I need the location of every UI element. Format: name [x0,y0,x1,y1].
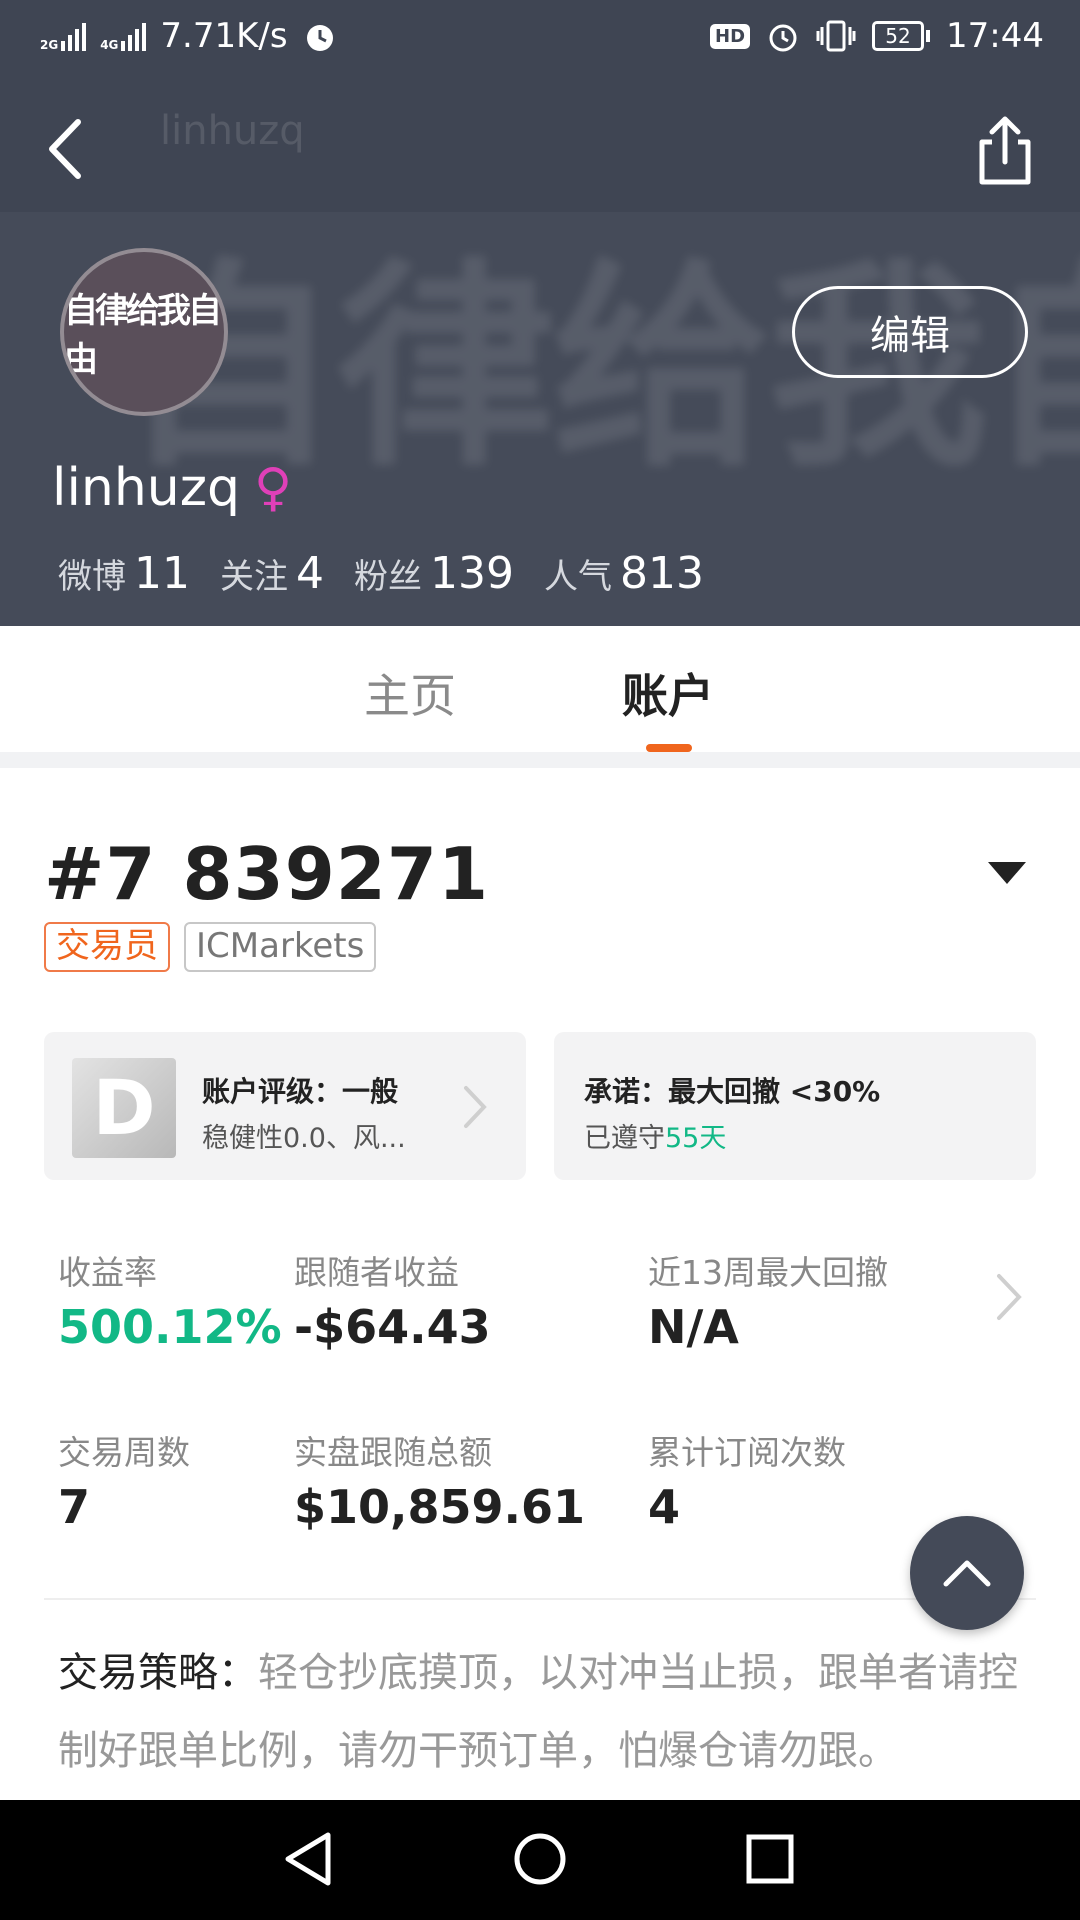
clock-time: 17:44 [946,16,1044,56]
rating-title: 账户评级：一般 [202,1075,399,1108]
nav-back-icon[interactable] [282,1830,334,1888]
tab-bar: 主页 账户 [0,626,1080,752]
vibrate-icon [816,20,856,52]
return-rate-label: 收益率 [58,1253,157,1292]
stat-following-label[interactable]: 关注 [220,549,288,598]
signal-icon-2: 4G [100,21,147,51]
follow-total-label: 实盘跟随总额 [294,1433,492,1472]
broker-tag: ICMarkets [184,922,377,972]
network-speed: 7.71K/s [160,16,288,56]
stat-following-value[interactable]: 4 [296,548,324,599]
max-drawdown-value: N/A [648,1300,739,1354]
account-id: #7 839271 [44,832,490,916]
chevron-right-icon [464,1086,487,1128]
max-drawdown-label: 近13周最大回撤 [648,1253,888,1292]
status-bar: 2G 4G 7.71K/s HD 52 17:44 [0,0,1080,75]
stat-popularity-value: 813 [619,548,704,599]
back-arrow-icon[interactable] [38,112,98,186]
trader-tag: 交易员 [44,922,170,972]
trading-strategy: 交易策略：轻仓抄底摸顶，以对冲当止损，跟单者请控制好跟单比例，请勿干预订单，怕爆… [58,1634,1048,1790]
nav-title: linhuzq [160,108,305,154]
alarm-icon [306,25,333,51]
scroll-to-top-button[interactable] [910,1516,1024,1630]
profile-stats: 微博 11 关注 4 粉丝 139 人气 813 [58,548,734,599]
promise-days: 55天 [665,1123,727,1154]
drawdown-promise-card: 承诺：最大回撤 <30% 已遵守55天 [554,1032,1036,1180]
avatar[interactable]: 自律给我自由 [60,248,228,416]
profile-header: 自律给我自由 2G 4G 7.71K/s HD [0,0,1080,626]
battery-icon: 52 [872,21,931,51]
chevron-right-icon[interactable] [994,1272,1024,1322]
return-rate-value: 500.12% [58,1300,282,1354]
stat-weibo-label[interactable]: 微博 [58,549,126,598]
edit-profile-button[interactable]: 编辑 [792,286,1028,378]
subscription-count-label: 累计订阅次数 [648,1433,846,1472]
follow-total-value: $10,859.61 [294,1480,586,1534]
tab-home[interactable]: 主页 [364,660,456,726]
female-icon: ♀ [254,458,293,518]
system-nav-bar [0,1800,1080,1920]
alarm-clock-icon [769,24,797,52]
hd-icon: HD [710,23,751,49]
signal-icon: 2G [40,21,87,51]
active-tab-indicator [646,744,692,752]
strategy-label: 交易策略： [58,1650,258,1696]
follower-profit-label: 跟随者收益 [294,1253,459,1292]
stat-fans-label[interactable]: 粉丝 [354,549,422,598]
subscription-count-value: 4 [648,1480,681,1534]
nav-recents-icon[interactable] [744,1830,796,1888]
dropdown-triangle-icon[interactable] [988,862,1026,886]
avatar-text: 自律给我自由 [64,291,222,380]
stat-popularity-label: 人气 [543,557,612,597]
rating-subtitle: 稳健性0.0、风... [202,1123,406,1154]
section-divider [0,752,1080,768]
rating-grade-badge: D [72,1058,176,1158]
chevron-up-icon [943,1560,991,1587]
account-rating-card[interactable]: D 账户评级：一般 稳健性0.0、风... [44,1032,526,1180]
share-icon[interactable] [970,112,1040,188]
stat-weibo-value[interactable]: 11 [134,548,190,599]
promise-subtitle: 已遵守55天 [584,1123,727,1154]
username: linhuzq [52,458,241,518]
trade-weeks-value: 7 [58,1480,91,1534]
trade-weeks-label: 交易周数 [58,1433,190,1472]
follower-profit-value: -$64.43 [294,1300,491,1354]
stat-fans-value[interactable]: 139 [430,548,514,599]
tab-account[interactable]: 账户 [622,660,714,726]
nav-home-icon[interactable] [512,1830,568,1888]
top-nav: linhuzq [0,90,1080,210]
divider [44,1598,1036,1600]
promise-title: 承诺：最大回撤 <30% [584,1075,881,1108]
